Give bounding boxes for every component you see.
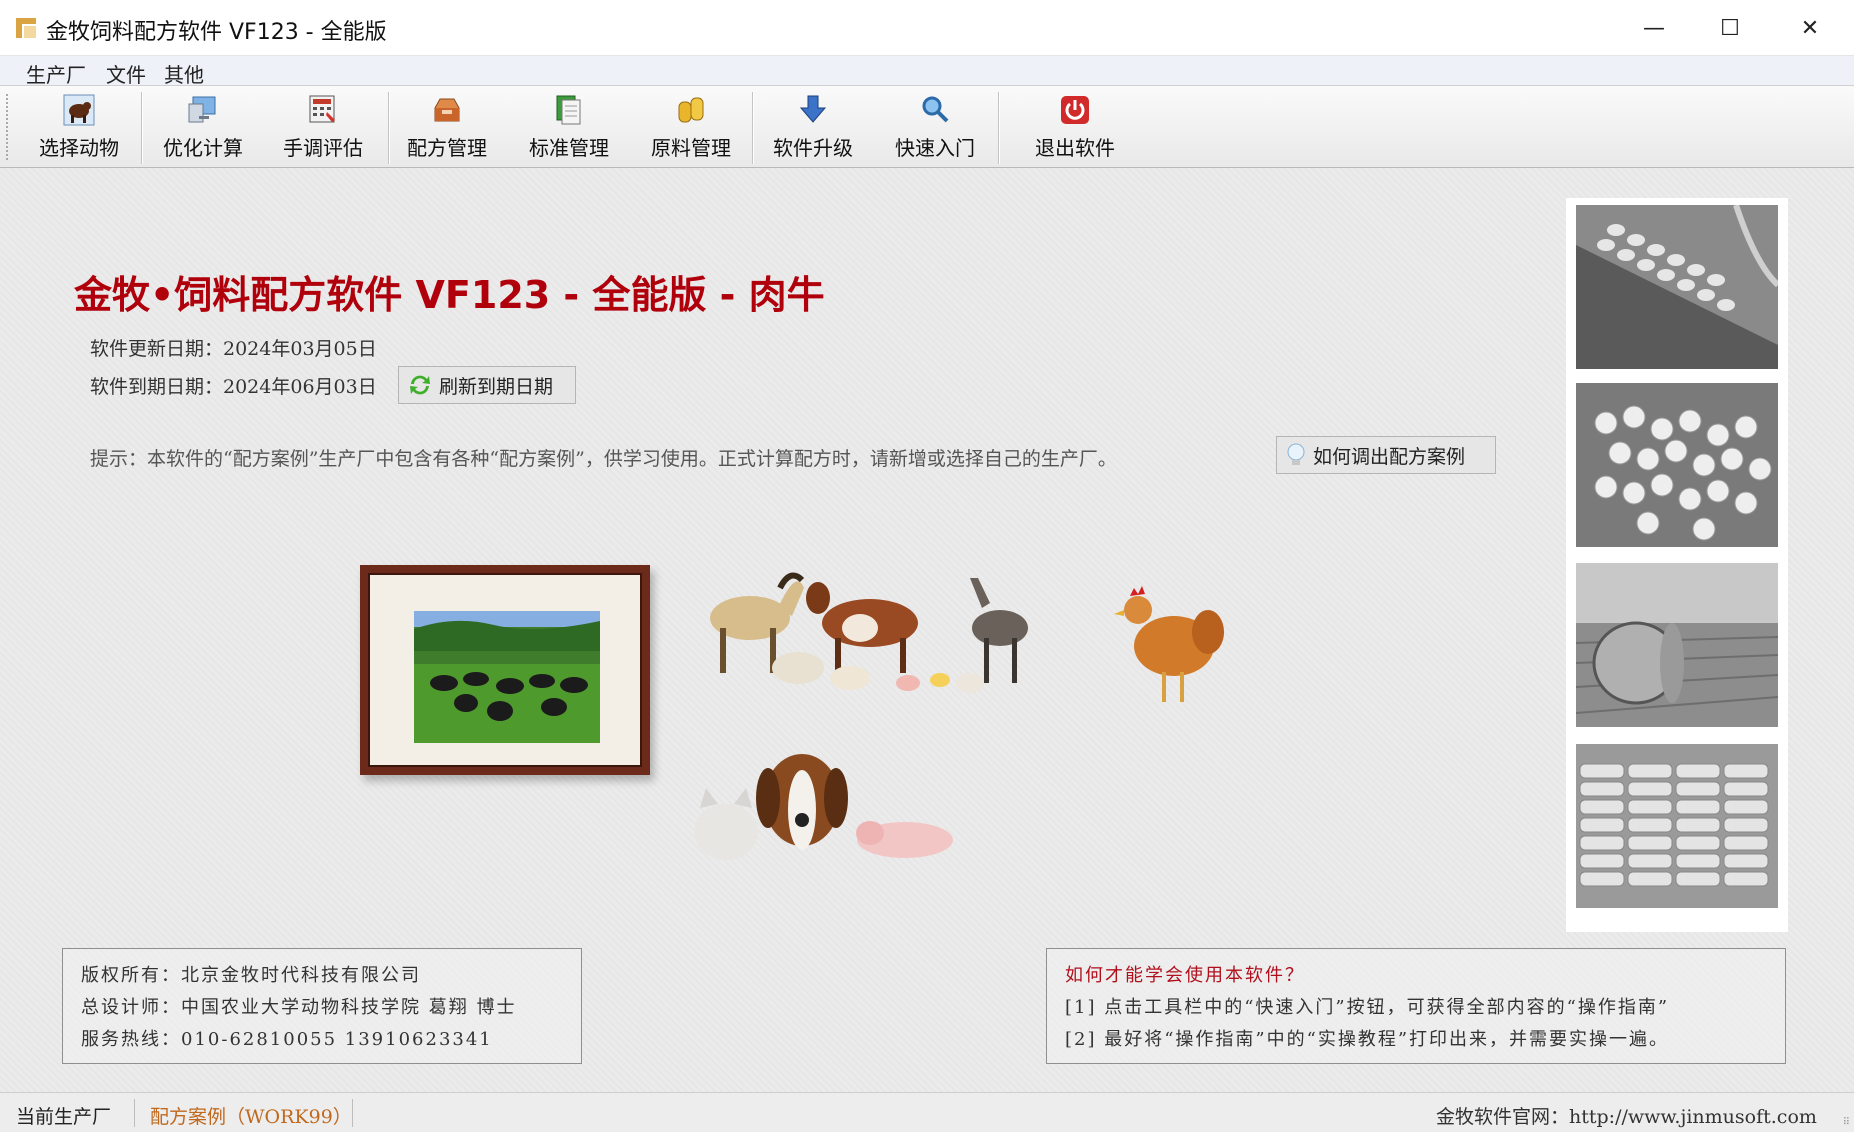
coins-icon [675,94,707,126]
manual-adjust-label: 手调评估 [283,136,363,160]
menu-bar: 生产厂 文件 其他 [0,56,1854,88]
exit-button[interactable]: 退出软件 [1016,92,1134,164]
optimize-button[interactable]: 优化计算 [144,92,262,164]
current-factory: 配方案例（WORK99） [150,1106,352,1128]
menu-file[interactable]: 文件 [106,59,146,88]
lightbulb-icon [1287,443,1305,465]
hay-bale-photo [1576,563,1778,727]
help-tip-1: [1] 点击工具栏中的“快速入门”按钮，可获得全部内容的“操作指南” [1065,997,1670,1018]
manual-adjust-button[interactable]: 手调评估 [264,92,382,164]
refresh-expire-button[interactable]: 刷新到期日期 [398,366,576,404]
copyright-line: 版权所有：北京金牧时代科技有限公司 [81,965,421,986]
upgrade-button[interactable]: 软件升级 [754,92,872,164]
inbox-icon [431,94,463,126]
help-box: 如何才能学会使用本软件？ [1] 点击工具栏中的“快速入门”按钮，可获得全部内容… [1046,948,1786,1064]
toolbar-grip[interactable] [6,94,10,160]
hint-text: 提示：本软件的“配方案例”生产厂中包含有各种“配方案例”，供学习使用。正式计算配… [90,448,1117,470]
expire-date-text: 软件到期日期：2024年06月03日 [90,376,377,398]
title-bar: 金牧饲料配方软件 VF123 - 全能版 — ☐ ✕ [0,0,1854,56]
feed-bags-photo [1576,744,1778,908]
help-title: 如何才能学会使用本软件？ [1065,965,1305,986]
toolbar-separator [752,92,753,164]
refresh-expire-label: 刷新到期日期 [439,375,554,398]
how-to-load-case-button[interactable]: 如何调出配方案例 [1276,436,1496,474]
power-icon [1059,94,1091,126]
computer-icon [187,94,219,126]
designer-line: 总设计师：中国农业大学动物科技学院 葛翔 博士 [81,997,517,1018]
status-label: 当前生产厂 [16,1106,112,1128]
upgrade-label: 软件升级 [773,136,853,160]
menu-other[interactable]: 其他 [164,59,204,88]
corn-photo [1576,205,1778,369]
main-panel: 金牧•饲料配方软件 VF123 - 全能版 - 肉牛 软件更新日期：2024年0… [0,168,1854,1092]
minimize-button[interactable]: — [1616,0,1692,56]
exit-label: 退出软件 [1035,136,1115,160]
page-title: 金牧•饲料配方软件 VF123 - 全能版 - 肉牛 [74,273,825,317]
optimize-label: 优化计算 [163,136,243,160]
ingredient-manage-label: 原料管理 [651,136,731,160]
cow-icon [63,94,95,126]
update-date-text: 软件更新日期：2024年03月05日 [90,338,377,360]
toolbar: 选择动物 优化计算 手调评估 配方管理 标准管理 原料管理 软件升级 快速入门 … [0,86,1854,168]
farm-animals-illustration [710,572,1028,693]
pets-illustration [694,754,953,860]
website-link[interactable]: 金牧软件官网：http://www.jinmusoft.com [1436,1102,1817,1129]
toolbar-separator [141,92,142,164]
status-separator [352,1099,353,1127]
formula-manage-button[interactable]: 配方管理 [388,92,506,164]
close-button[interactable]: ✕ [1772,0,1848,56]
select-animal-button[interactable]: 选择动物 [20,92,138,164]
menu-factory[interactable]: 生产厂 [26,59,86,88]
copyright-box: 版权所有：北京金牧时代科技有限公司 总设计师：中国农业大学动物科技学院 葛翔 博… [62,948,582,1064]
calculator-icon [307,94,339,126]
framed-cattle-picture [360,565,650,775]
maximize-button[interactable]: ☐ [1692,0,1768,56]
help-tip-2: [2] 最好将“操作指南”中的“实操教程”打印出来，并需要实操一遍。 [1065,1029,1670,1050]
quick-start-label: 快速入门 [895,136,975,160]
status-separator [134,1099,135,1127]
formula-manage-label: 配方管理 [407,136,487,160]
quick-start-button[interactable]: 快速入门 [876,92,994,164]
standard-manage-label: 标准管理 [529,136,609,160]
soybean-photo [1576,383,1778,547]
select-animal-label: 选择动物 [39,136,119,160]
toolbar-separator [998,92,999,164]
status-bar: 当前生产厂 配方案例（WORK99） 金牧软件官网：http://www.jin… [0,1092,1854,1132]
cattle-photo [414,611,600,743]
ingredient-manage-button[interactable]: 原料管理 [632,92,750,164]
download-arrow-icon [797,94,829,126]
chicken-illustration [1114,586,1224,702]
refresh-icon [410,375,430,395]
standard-manage-button[interactable]: 标准管理 [510,92,628,164]
how-to-load-case-label: 如何调出配方案例 [1313,445,1466,468]
ingredient-photo-strip [1566,198,1788,932]
window-title: 金牧饲料配方软件 VF123 - 全能版 [46,20,387,45]
search-icon [919,94,951,126]
hotline-line: 服务热线：010-62810055 13910623341 [81,1029,493,1050]
resize-grip-icon[interactable]: ⠿ [1843,1117,1850,1128]
document-icon [553,94,585,126]
app-logo-icon [16,18,36,38]
